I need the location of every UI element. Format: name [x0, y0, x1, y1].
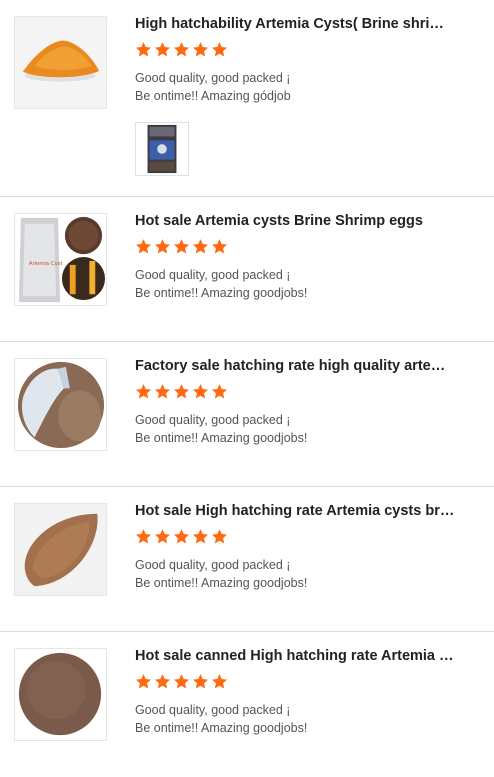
star-icon: [135, 673, 152, 690]
review-comment-line: Good quality, good packed ¡: [135, 268, 291, 282]
review-comment-line: Be ontime!! Amazing gódjob: [135, 89, 291, 103]
review-comment-line: Good quality, good packed ¡: [135, 703, 291, 717]
star-icon: [173, 673, 190, 690]
review-list: High hatchability Artemia Cysts( Brine s…: [0, 0, 494, 777]
star-icon: [135, 528, 152, 545]
review-comment: Good quality, good packed ¡ Be ontime!! …: [135, 556, 307, 592]
star-icon: [192, 528, 209, 545]
product-thumbnail[interactable]: [14, 648, 107, 741]
star-icon: [211, 41, 228, 58]
rating-stars: [135, 528, 228, 545]
review-comment-line: Be ontime!! Amazing goodjobs!: [135, 576, 308, 590]
star-icon: [154, 41, 171, 58]
review-comment-line: Be ontime!! Amazing goodjobs!: [135, 286, 308, 300]
review-item: Hot sale canned High hatching rate Artem…: [0, 632, 494, 777]
customer-photo-can-icon: [136, 123, 188, 175]
review-comment-line: Be ontime!! Amazing goodjobs!: [135, 431, 308, 445]
review-item: Hot sale High hatching rate Artemia cyst…: [0, 487, 494, 632]
star-icon: [192, 238, 209, 255]
review-item: Factory sale hatching rate high quality …: [0, 342, 494, 487]
rating-stars: [135, 673, 228, 690]
product-thumbnail[interactable]: [14, 358, 107, 451]
review-photo[interactable]: [135, 122, 189, 176]
star-icon: [173, 383, 190, 400]
review-comment: Good quality, good packed ¡ Be ontime!! …: [135, 701, 307, 737]
review-comment: Good quality, good packed ¡ Be ontime!! …: [135, 69, 291, 105]
star-icon: [135, 238, 152, 255]
artemia-leaf-pile-icon: [15, 504, 106, 595]
star-icon: [173, 238, 190, 255]
artemia-pouring-circle-icon: [15, 359, 106, 450]
product-title[interactable]: Hot sale Artemia cysts Brine Shrimp eggs: [135, 212, 455, 230]
star-icon: [211, 673, 228, 690]
product-thumbnail[interactable]: [14, 503, 107, 596]
star-icon: [135, 383, 152, 400]
star-icon: [211, 528, 228, 545]
star-icon: [211, 238, 228, 255]
star-icon: [192, 383, 209, 400]
product-title[interactable]: Hot sale High hatching rate Artemia cyst…: [135, 502, 455, 520]
star-icon: [154, 238, 171, 255]
review-item: Artemia Cyst Hot sale Artemia cysts Brin…: [0, 197, 494, 342]
rating-stars: [135, 383, 228, 400]
star-icon: [154, 528, 171, 545]
star-icon: [173, 41, 190, 58]
review-comment-line: Good quality, good packed ¡: [135, 413, 291, 427]
product-title[interactable]: Factory sale hatching rate high quality …: [135, 357, 455, 375]
review-comment-line: Be ontime!! Amazing goodjobs!: [135, 721, 308, 735]
artemia-round-pile-icon: [15, 649, 106, 740]
review-comment: Good quality, good packed ¡ Be ontime!! …: [135, 266, 307, 302]
product-title[interactable]: High hatchability Artemia Cysts( Brine s…: [135, 15, 455, 33]
review-comment-line: Good quality, good packed ¡: [135, 558, 291, 572]
rating-stars: [135, 238, 228, 255]
review-comment: Good quality, good packed ¡ Be ontime!! …: [135, 411, 307, 447]
svg-text:Artemia Cyst: Artemia Cyst: [29, 261, 63, 267]
star-icon: [211, 383, 228, 400]
star-icon: [192, 41, 209, 58]
star-icon: [154, 673, 171, 690]
star-icon: [192, 673, 209, 690]
orange-powder-heap-icon: [15, 17, 106, 108]
star-icon: [173, 528, 190, 545]
product-thumbnail[interactable]: Artemia Cyst: [14, 213, 107, 306]
artemia-bag-and-eggs-icon: Artemia Cyst: [15, 214, 106, 305]
product-thumbnail[interactable]: [14, 16, 107, 109]
review-comment-line: Good quality, good packed ¡: [135, 71, 291, 85]
star-icon: [154, 383, 171, 400]
star-icon: [135, 41, 152, 58]
rating-stars: [135, 41, 228, 58]
product-title[interactable]: Hot sale canned High hatching rate Artem…: [135, 647, 455, 665]
review-item: High hatchability Artemia Cysts( Brine s…: [0, 0, 494, 197]
